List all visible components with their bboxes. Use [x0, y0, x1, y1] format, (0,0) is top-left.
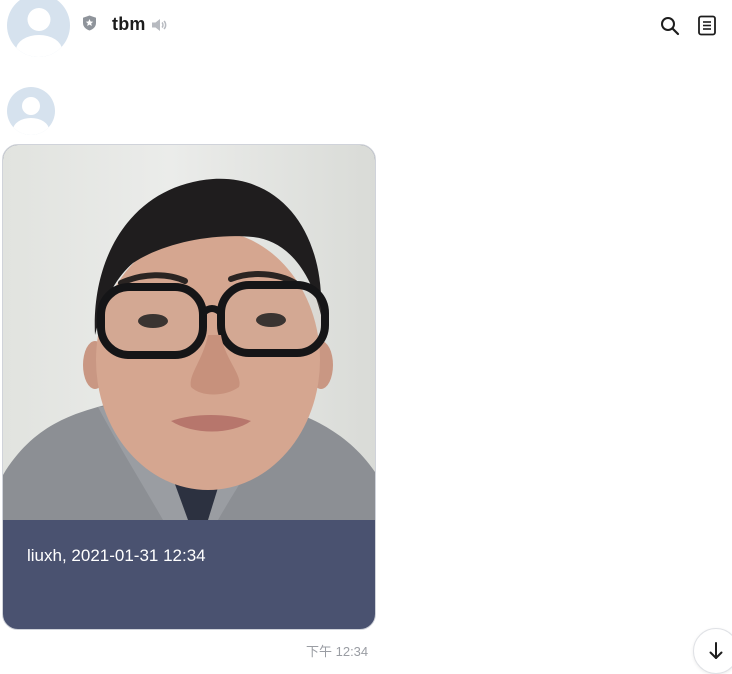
mute-icon	[152, 19, 167, 31]
portrait-illustration	[3, 178, 375, 520]
search-icon[interactable]	[660, 16, 680, 36]
image-message-card[interactable]: liuxh, 2021-01-31 12:34	[2, 144, 376, 630]
notes-icon[interactable]	[697, 15, 717, 36]
chat-title: tbm	[112, 14, 146, 34]
portrait-photo[interactable]	[3, 145, 375, 520]
scroll-to-bottom-button[interactable]	[693, 628, 732, 674]
shield-icon	[83, 15, 96, 31]
message-timestamp: 下午 12:34	[306, 644, 369, 659]
chat-avatar[interactable]	[7, 0, 70, 57]
arrow-down-icon	[709, 642, 723, 659]
avatar-head-shape	[27, 8, 50, 31]
sender-avatar[interactable]	[7, 87, 55, 135]
avatar-body-shape	[13, 118, 49, 135]
message-caption: liuxh, 2021-01-31 12:34	[27, 546, 206, 565]
avatar-body-shape	[15, 35, 62, 57]
avatar-head-shape	[22, 97, 40, 115]
